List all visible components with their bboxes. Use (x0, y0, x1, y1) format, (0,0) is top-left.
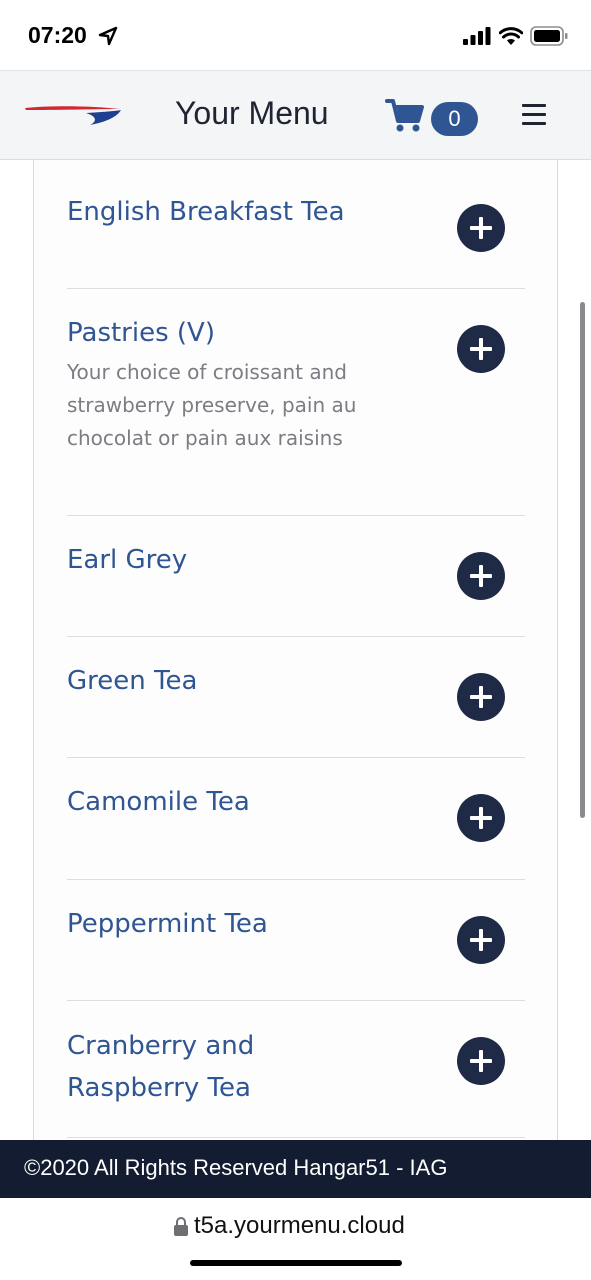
item-name[interactable]: Camomile Tea (67, 781, 427, 823)
site-footer: ©2020 All Rights Reserved Hangar51 - IAG (0, 1140, 591, 1198)
shopping-cart-icon[interactable] (385, 97, 425, 133)
plus-circle-icon[interactable] (457, 794, 505, 842)
menu-card: English Breakfast Tea Pastries (V) Your … (33, 160, 558, 1140)
item-name[interactable]: English Breakfast Tea (67, 191, 427, 233)
plus-circle-icon[interactable] (457, 673, 505, 721)
page-title: Your Menu (175, 95, 329, 131)
item-name[interactable]: Pastries (V) (67, 312, 427, 354)
plus-circle-icon[interactable] (457, 552, 505, 600)
location-arrow-icon (98, 26, 118, 46)
status-bar: 07:20 (0, 0, 591, 70)
plus-circle-icon[interactable] (457, 916, 505, 964)
cart-count-badge[interactable]: 0 (431, 102, 478, 136)
menu-list-area[interactable]: English Breakfast Tea Pastries (V) Your … (0, 160, 591, 1140)
copyright-text: ©2020 All Rights Reserved Hangar51 - IAG (24, 1155, 448, 1180)
hamburger-menu-icon[interactable] (522, 104, 546, 126)
list-item[interactable]: Earl Grey (67, 516, 525, 637)
browser-address-bar[interactable]: t5a.yourmenu.cloud (0, 1198, 591, 1280)
signal-icon (463, 27, 491, 45)
list-item[interactable]: Green Tea (67, 637, 525, 758)
plus-circle-icon[interactable] (457, 204, 505, 252)
item-name[interactable]: Green Tea (67, 660, 427, 702)
item-description: Your choice of croissant and strawberry … (67, 360, 357, 450)
list-item[interactable]: Cranberry and Raspberry Tea (67, 1001, 525, 1138)
plus-circle-icon[interactable] (457, 1037, 505, 1085)
item-name[interactable]: Earl Grey (67, 539, 427, 581)
list-item[interactable]: Peppermint Tea (67, 880, 525, 1001)
battery-icon (530, 26, 568, 46)
item-name[interactable]: Peppermint Tea (67, 903, 427, 945)
item-name[interactable]: Cranberry and Raspberry Tea (67, 1025, 347, 1109)
app-header: Your Menu 0 (0, 70, 591, 160)
home-indicator[interactable] (190, 1260, 402, 1266)
list-item[interactable]: Camomile Tea (67, 758, 525, 880)
list-item[interactable]: English Breakfast Tea (67, 160, 525, 289)
lock-icon (174, 1217, 188, 1236)
list-item[interactable]: Pastries (V) Your choice of croissant an… (67, 289, 525, 516)
wifi-icon (499, 27, 523, 45)
status-time: 07:20 (28, 22, 87, 48)
scrollbar[interactable] (580, 302, 585, 818)
plus-circle-icon[interactable] (457, 325, 505, 373)
url-text[interactable]: t5a.yourmenu.cloud (194, 1212, 405, 1240)
british-airways-logo[interactable] (24, 103, 122, 127)
